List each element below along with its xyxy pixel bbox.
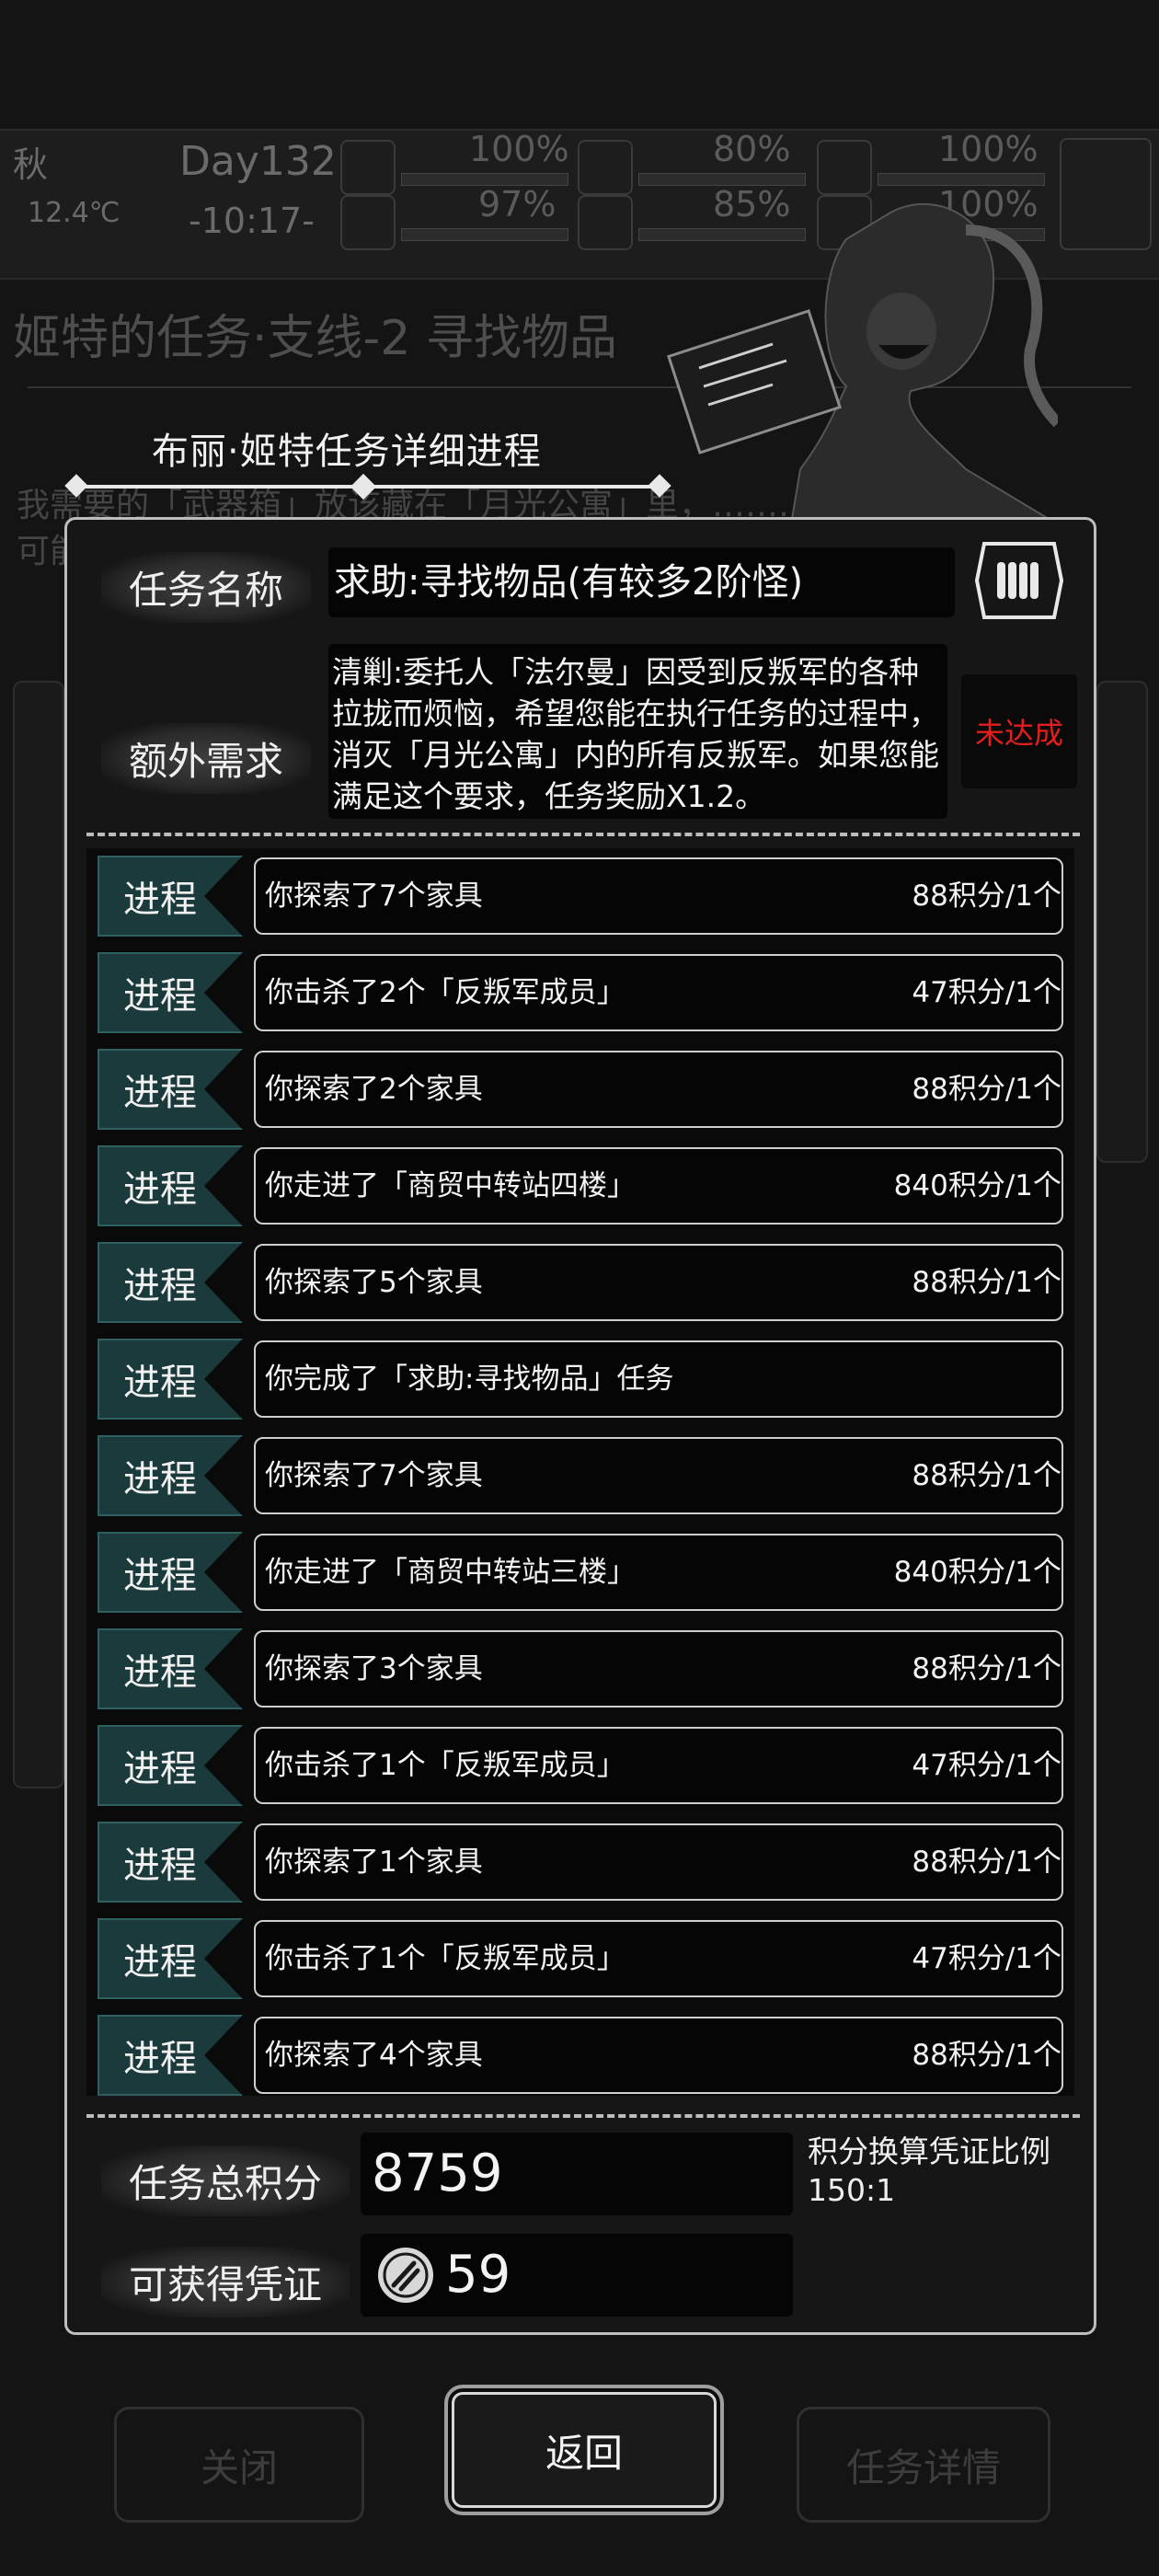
progress-points: 88积分/1个 bbox=[912, 1652, 1061, 1685]
stat-food: 80% bbox=[713, 129, 791, 169]
total-points-value: 8759 bbox=[361, 2133, 793, 2215]
progress-tag: 进程 bbox=[98, 1242, 243, 1323]
progress-text: 你击杀了2个「反叛军成员」 bbox=[265, 976, 625, 1009]
progress-text: 你探索了2个家具 bbox=[265, 1073, 483, 1106]
status-badge: 未达成 bbox=[961, 674, 1077, 788]
task-name-value: 求助:寻找物品(有较多2阶怪) bbox=[328, 547, 955, 617]
progress-row: 进程 你探索了7个家具 88积分/1个 bbox=[98, 1435, 1063, 1516]
progress-row: 进程 你探索了1个家具 88积分/1个 bbox=[98, 1822, 1063, 1903]
dashed-divider-bottom bbox=[86, 2114, 1080, 2118]
bg-side-left bbox=[13, 681, 64, 1788]
progress-row: 进程 你走进了「商贸中转站四楼」 840积分/1个 bbox=[98, 1145, 1063, 1226]
voucher-coin-icon bbox=[378, 2248, 433, 2303]
progress-text: 你探索了3个家具 bbox=[265, 1652, 483, 1685]
progress-tag: 进程 bbox=[98, 1532, 243, 1613]
progress-points: 88积分/1个 bbox=[912, 1846, 1061, 1879]
task-details-button[interactable]: 任务详情 bbox=[797, 2407, 1050, 2523]
progress-row: 进程 你击杀了1个「反叛军成员」 47积分/1个 bbox=[98, 1725, 1063, 1806]
voucher-label: 可获得凭证 bbox=[101, 2247, 350, 2317]
progress-text: 你走进了「商贸中转站四楼」 bbox=[265, 1169, 636, 1202]
progress-row: 进程 你走进了「商贸中转站三楼」 840积分/1个 bbox=[98, 1532, 1063, 1613]
progress-points: 47积分/1个 bbox=[912, 976, 1061, 1009]
progress-tag: 进程 bbox=[98, 1145, 243, 1226]
progress-row: 进程 你探索了5个家具 88积分/1个 bbox=[98, 1242, 1063, 1323]
progress-tag: 进程 bbox=[98, 856, 243, 937]
progress-points: 47积分/1个 bbox=[912, 1749, 1061, 1782]
total-points-label: 任务总积分 bbox=[101, 2145, 350, 2216]
stat-health: 100% bbox=[469, 129, 569, 169]
progress-text: 你探索了7个家具 bbox=[265, 880, 483, 913]
progress-row: 进程 你完成了「求助:寻找物品」任务 bbox=[98, 1339, 1063, 1420]
stat-mood: 100% bbox=[938, 129, 1039, 169]
progress-points: 88积分/1个 bbox=[912, 880, 1061, 913]
day-counter: Day132 bbox=[179, 138, 337, 185]
progress-tag: 进程 bbox=[98, 2015, 243, 2096]
progress-row: 进程 你探索了2个家具 88积分/1个 bbox=[98, 1049, 1063, 1130]
ammo-icon bbox=[975, 542, 1063, 619]
progress-row: 进程 你探索了3个家具 88积分/1个 bbox=[98, 1628, 1063, 1709]
progress-tag: 进程 bbox=[98, 1049, 243, 1130]
equipment-slot bbox=[1060, 138, 1152, 250]
water-icon bbox=[578, 195, 633, 250]
temperature-label: 12.4℃ bbox=[28, 197, 120, 229]
progress-text: 你击杀了1个「反叛军成员」 bbox=[265, 1749, 625, 1782]
progress-points: 840积分/1个 bbox=[893, 1556, 1061, 1589]
banner-title: 布丽·姬特任务详细进程 bbox=[152, 431, 542, 473]
progress-text: 你探索了5个家具 bbox=[265, 1266, 483, 1299]
bg-side-right bbox=[1096, 681, 1148, 1163]
progress-tag: 进程 bbox=[98, 1435, 243, 1516]
progress-list[interactable]: 进程 你探索了7个家具 88积分/1个 进程 你击杀了2个「反叛军成员」 47积分/1个进… bbox=[86, 848, 1074, 2096]
progress-text: 你完成了「求助:寻找物品」任务 bbox=[265, 1363, 674, 1396]
character-portrait bbox=[667, 202, 1058, 524]
progress-text: 你探索了7个家具 bbox=[265, 1459, 483, 1492]
progress-tag: 进程 bbox=[98, 1628, 243, 1709]
progress-tag: 进程 bbox=[98, 1822, 243, 1903]
progress-tag: 进程 bbox=[98, 1918, 243, 1999]
energy-bar bbox=[401, 228, 568, 241]
extra-requirement-text: 清剿:委托人「法尔曼」因受到反叛军的各种拉拢而烦恼，希望您能在执行任务的过程中，… bbox=[328, 644, 947, 819]
energy-icon bbox=[340, 195, 396, 250]
task-name-label: 任务名称 bbox=[101, 552, 312, 623]
food-icon bbox=[578, 140, 633, 195]
mood-icon bbox=[817, 140, 872, 195]
progress-tag: 进程 bbox=[98, 1725, 243, 1806]
progress-points: 88积分/1个 bbox=[912, 1073, 1061, 1106]
extra-requirement-label: 额外需求 bbox=[101, 723, 312, 794]
quest-title: 姬特的任务·支线-2 寻找物品 bbox=[13, 311, 617, 366]
progress-points: 840积分/1个 bbox=[893, 1169, 1061, 1202]
progress-points: 88积分/1个 bbox=[912, 1459, 1061, 1492]
clock-label: -10:17- bbox=[189, 201, 315, 241]
progress-text: 你探索了1个家具 bbox=[265, 1846, 483, 1879]
conversion-ratio-value: 150:1 bbox=[808, 2172, 896, 2208]
progress-points: 88积分/1个 bbox=[912, 2039, 1061, 2072]
progress-text: 你击杀了1个「反叛军成员」 bbox=[265, 1942, 625, 1975]
progress-points: 88积分/1个 bbox=[912, 1266, 1061, 1299]
conversion-ratio: 积分换算凭证比例 150:1 bbox=[808, 2133, 1050, 2210]
dashed-divider-top bbox=[86, 833, 1080, 836]
stat-energy: 97% bbox=[478, 184, 557, 224]
progress-row: 进程 你击杀了2个「反叛军成员」 47积分/1个 bbox=[98, 952, 1063, 1033]
progress-tag: 进程 bbox=[98, 1339, 243, 1420]
conversion-ratio-label: 积分换算凭证比例 bbox=[808, 2133, 1050, 2169]
progress-points: 47积分/1个 bbox=[912, 1942, 1061, 1975]
progress-row: 进程 你探索了7个家具 88积分/1个 bbox=[98, 856, 1063, 937]
back-button[interactable]: 返回 bbox=[444, 2385, 724, 2515]
season-label: 秋 bbox=[13, 144, 49, 185]
progress-text: 你走进了「商贸中转站三楼」 bbox=[265, 1556, 636, 1589]
close-button[interactable]: 关闭 bbox=[114, 2407, 364, 2523]
health-icon bbox=[340, 140, 396, 195]
progress-text: 你探索了4个家具 bbox=[265, 2039, 483, 2072]
progress-row: 进程 你击杀了1个「反叛军成员」 47积分/1个 bbox=[98, 1918, 1063, 1999]
progress-row: 进程 你探索了4个家具 88积分/1个 bbox=[98, 2015, 1063, 2096]
progress-tag: 进程 bbox=[98, 952, 243, 1033]
